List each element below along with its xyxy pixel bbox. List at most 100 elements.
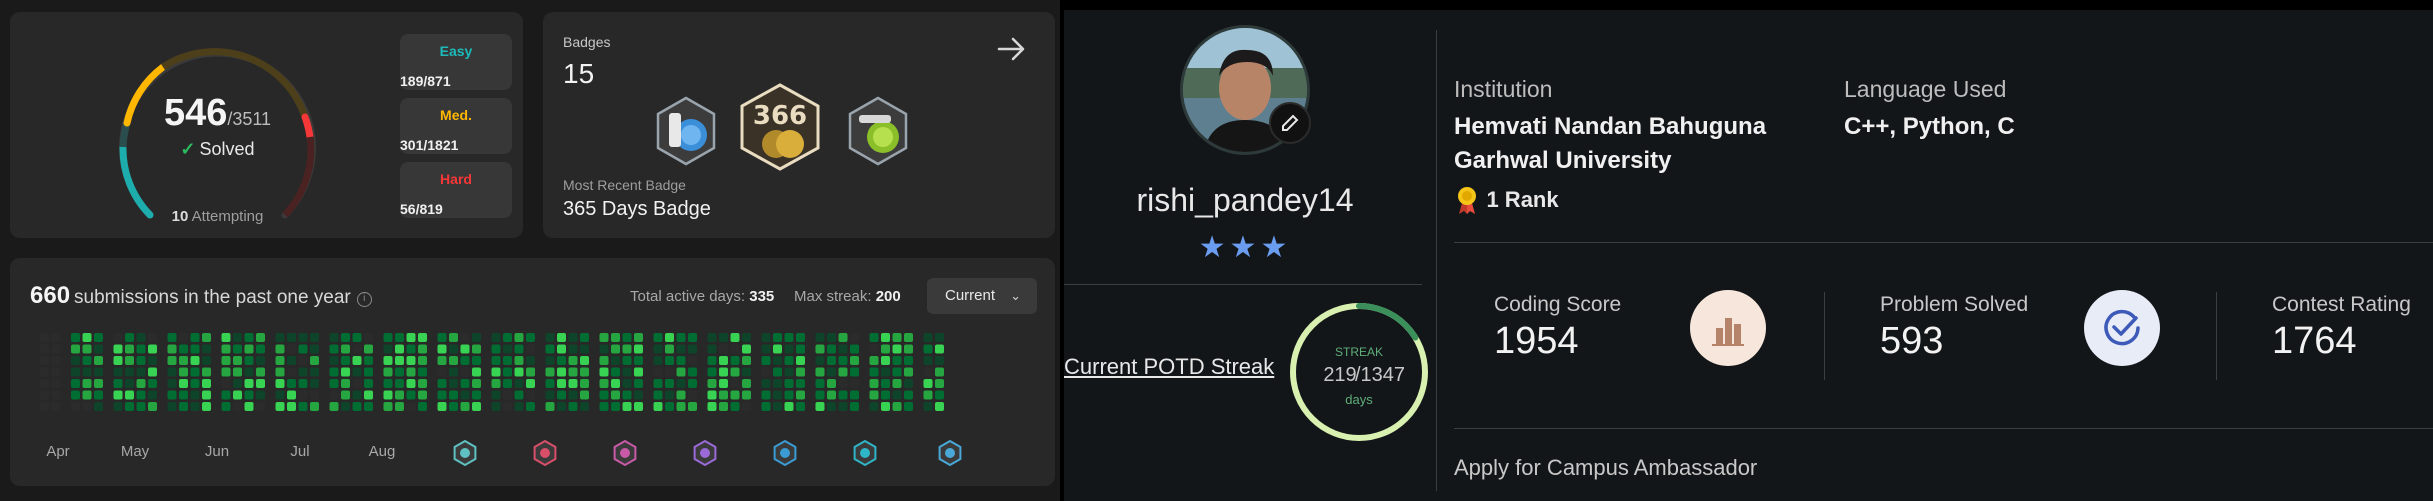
heatmap-cell[interactable] — [838, 390, 848, 400]
heatmap-cell[interactable] — [557, 402, 566, 411]
heatmap-cell[interactable] — [827, 402, 836, 411]
heatmap-cell[interactable] — [233, 367, 242, 377]
heatmap-cell[interactable] — [707, 390, 717, 400]
heatmap-cell[interactable] — [395, 333, 404, 342]
heatmap-cell[interactable] — [491, 390, 501, 400]
heatmap-cell[interactable] — [568, 367, 578, 377]
heatmap-cell[interactable] — [923, 379, 933, 388]
heatmap-cell[interactable] — [869, 333, 879, 342]
heatmap-cell[interactable] — [460, 333, 470, 342]
heatmap-cell[interactable] — [611, 356, 620, 365]
difficulty-medium[interactable]: Med. 301/1821 — [400, 98, 512, 154]
heatmap-cell[interactable] — [113, 402, 123, 411]
heatmap-cell[interactable] — [437, 367, 447, 377]
heatmap-cell[interactable] — [202, 379, 211, 388]
heatmap-cell[interactable] — [665, 333, 674, 342]
heatmap-cell[interactable] — [82, 344, 92, 354]
heatmap-cell[interactable] — [148, 379, 157, 388]
heatmap-cell[interactable] — [437, 344, 447, 354]
heatmap-cell[interactable] — [634, 390, 643, 400]
heatmap-cell[interactable] — [329, 379, 339, 388]
heatmap-cell[interactable] — [221, 344, 231, 354]
heatmap-cell[interactable] — [94, 390, 103, 400]
heatmap-cell[interactable] — [653, 333, 663, 342]
heatmap-cell[interactable] — [869, 402, 879, 411]
heatmap-cell[interactable] — [730, 367, 740, 377]
heatmap-cell[interactable] — [148, 390, 157, 400]
heatmap-cell[interactable] — [94, 333, 103, 342]
heatmap-cell[interactable] — [383, 379, 393, 388]
heatmap-cell[interactable] — [202, 333, 211, 342]
edit-pencil-icon[interactable] — [1269, 102, 1311, 144]
heatmap-cell[interactable] — [449, 379, 458, 388]
heatmap-cell[interactable] — [298, 402, 308, 411]
heatmap-cell[interactable] — [923, 390, 933, 400]
heatmap-cell[interactable] — [838, 356, 848, 365]
heatmap-cell[interactable] — [40, 379, 49, 388]
heatmap-cell[interactable] — [850, 390, 859, 400]
heatmap-cell[interactable] — [298, 390, 308, 400]
heatmap-cell[interactable] — [51, 367, 61, 377]
heatmap-cell[interactable] — [935, 367, 944, 377]
heatmap-cell[interactable] — [869, 390, 879, 400]
heatmap-cell[interactable] — [71, 402, 80, 411]
heatmap-cell[interactable] — [491, 367, 501, 377]
heatmap-cell[interactable] — [233, 390, 242, 400]
heatmap-cell[interactable] — [838, 367, 848, 377]
heatmap-cell[interactable] — [935, 344, 944, 354]
heatmap-cell[interactable] — [850, 379, 859, 388]
heatmap-cell[interactable] — [202, 367, 211, 377]
heatmap-cell[interactable] — [935, 402, 944, 411]
badge-icon[interactable] — [845, 95, 911, 167]
heatmap-cell[interactable] — [395, 344, 404, 354]
heatmap-cell[interactable] — [742, 390, 751, 400]
heatmap-cell[interactable] — [244, 402, 254, 411]
heatmap-cell[interactable] — [51, 379, 61, 388]
heatmap-cell[interactable] — [622, 344, 632, 354]
heatmap-cell[interactable] — [40, 402, 49, 411]
heatmap-cell[interactable] — [904, 344, 913, 354]
heatmap-cell[interactable] — [71, 356, 80, 365]
heatmap-cell[interactable] — [503, 367, 512, 377]
heatmap-cell[interactable] — [190, 333, 200, 342]
heatmap-cell[interactable] — [622, 356, 632, 365]
heatmap-cell[interactable] — [622, 367, 632, 377]
heatmap-cell[interactable] — [773, 344, 782, 354]
heatmap-cell[interactable] — [514, 333, 524, 342]
heatmap-cell[interactable] — [580, 344, 589, 354]
heatmap-cell[interactable] — [136, 356, 146, 365]
heatmap-cell[interactable] — [545, 402, 555, 411]
heatmap-cell[interactable] — [125, 390, 134, 400]
heatmap-cell[interactable] — [514, 402, 524, 411]
heatmap-cell[interactable] — [329, 344, 339, 354]
heatmap-cell[interactable] — [287, 356, 296, 365]
heatmap-cell[interactable] — [341, 356, 350, 365]
heatmap-cell[interactable] — [653, 356, 663, 365]
heatmap-cell[interactable] — [622, 390, 632, 400]
heatmap-cell[interactable] — [557, 333, 566, 342]
heatmap-cell[interactable] — [665, 402, 674, 411]
badge-icon[interactable] — [653, 95, 719, 167]
heatmap-cell[interactable] — [881, 367, 890, 377]
heatmap-cell[interactable] — [869, 344, 879, 354]
heatmap-cell[interactable] — [190, 402, 200, 411]
heatmap-cell[interactable] — [437, 379, 447, 388]
heatmap-cell[interactable] — [202, 344, 211, 354]
heatmap-cell[interactable] — [719, 402, 728, 411]
info-icon[interactable]: i — [356, 292, 372, 307]
heatmap-cell[interactable] — [364, 379, 373, 388]
heatmap-cell[interactable] — [244, 356, 254, 365]
heatmap-cell[interactable] — [869, 367, 879, 377]
heatmap-cell[interactable] — [881, 344, 890, 354]
heatmap-cell[interactable] — [190, 344, 200, 354]
heatmap-cell[interactable] — [676, 390, 686, 400]
heatmap-cell[interactable] — [545, 344, 555, 354]
heatmap-cell[interactable] — [244, 379, 254, 388]
heatmap-cell[interactable] — [113, 390, 123, 400]
heatmap-cell[interactable] — [599, 333, 609, 342]
heatmap-cell[interactable] — [827, 344, 836, 354]
heatmap-cell[interactable] — [256, 379, 265, 388]
heatmap-cell[interactable] — [113, 333, 123, 342]
heatmap-cell[interactable] — [406, 367, 416, 377]
heatmap-cell[interactable] — [545, 367, 555, 377]
